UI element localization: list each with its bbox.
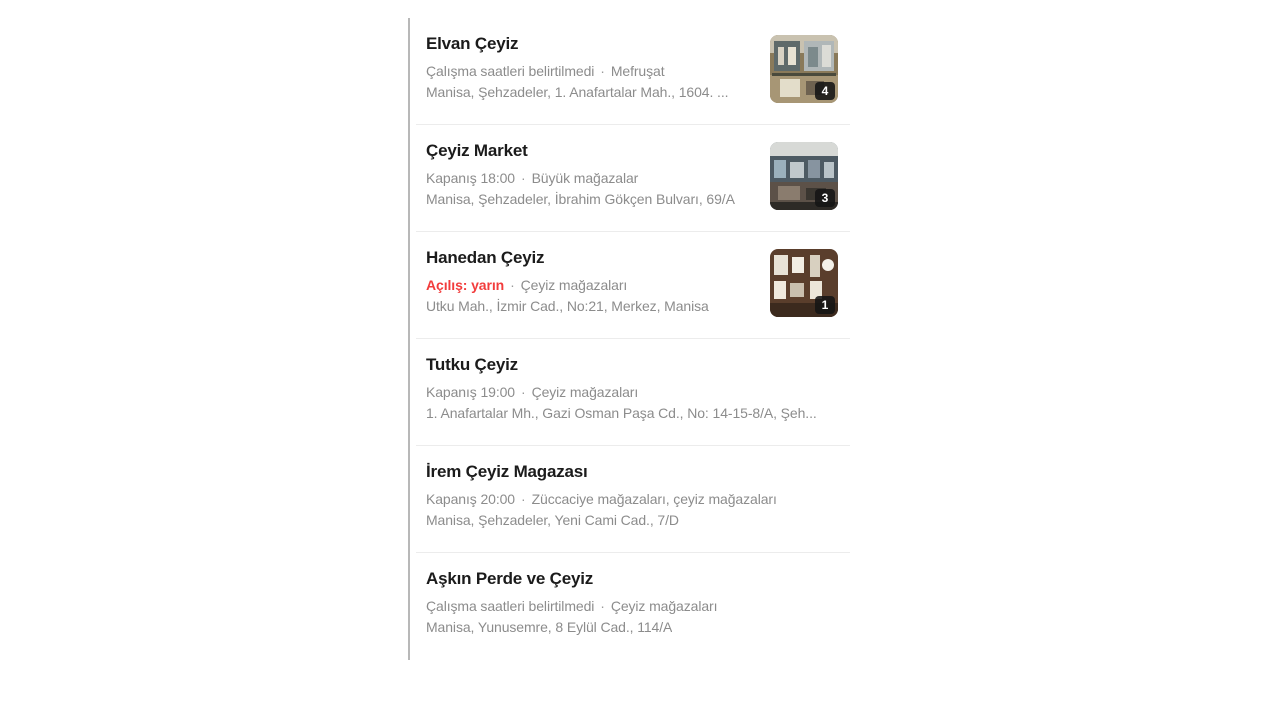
- photo-count-badge: 3: [815, 189, 835, 207]
- result-title[interactable]: Tutku Çeyiz: [426, 355, 518, 375]
- result-hours: Kapanış 18:00: [426, 170, 515, 186]
- result-category: Çeyiz mağazaları: [610, 598, 718, 614]
- result-address: Manisa, Şehzadeler, 1. Anafartalar Mah.,…: [426, 84, 729, 100]
- photo-count-badge: 1: [815, 296, 835, 314]
- separator: ·: [600, 598, 605, 614]
- result-title[interactable]: İrem Çeyiz Magazası: [426, 462, 588, 482]
- result-item-askin-perde-ceyiz[interactable]: Aşkın Perde ve Çeyiz Çalışma saatleri be…: [416, 553, 850, 660]
- result-item-irem-ceyiz[interactable]: İrem Çeyiz Magazası Kapanış 20:00 · Züccac…: [416, 446, 850, 553]
- result-category: Büyük mağazalar: [531, 170, 639, 186]
- result-address: Manisa, Şehzadeler, İbrahim Gökçen Bulva…: [426, 191, 735, 207]
- result-category: Çeyiz mağazaları: [531, 384, 639, 400]
- result-category: Züccaciye mağazaları, çeyiz mağazaları: [531, 491, 777, 507]
- separator: ·: [521, 384, 526, 400]
- result-address: Manisa, Şehzadeler, Yeni Cami Cad., 7/D: [426, 512, 679, 528]
- result-hours: Çalışma saatleri belirtilmedi: [426, 63, 595, 79]
- result-meta: Açılış: yarın · Çeyiz mağazaları: [426, 277, 627, 293]
- result-hours: Kapanış 19:00: [426, 384, 515, 400]
- result-hours: Açılış: yarın: [426, 277, 505, 293]
- separator: ·: [600, 63, 605, 79]
- result-meta: Kapanış 19:00 · Çeyiz mağazaları: [426, 384, 638, 400]
- result-photo[interactable]: 3: [770, 142, 838, 210]
- result-hours: Kapanış 20:00: [426, 491, 515, 507]
- result-photo[interactable]: 1: [770, 249, 838, 317]
- result-meta: Çalışma saatleri belirtilmedi · Mefruşat: [426, 63, 665, 79]
- result-meta: Kapanış 20:00 · Züccaciye mağazaları, çeyi…: [426, 491, 777, 507]
- result-item-elvan-ceyiz[interactable]: Elvan Çeyiz Çalışma saatleri belirtilmed…: [416, 18, 850, 125]
- result-title[interactable]: Elvan Çeyiz: [426, 34, 518, 54]
- result-meta: Kapanış 18:00 · Büyük mağazalar: [426, 170, 638, 186]
- search-results-list: Elvan Çeyiz Çalışma saatleri belirtilmed…: [408, 18, 850, 660]
- result-address: 1. Anafartalar Mh., Gazi Osman Paşa Cd.,…: [426, 405, 817, 421]
- separator: ·: [521, 170, 526, 186]
- result-category: Mefruşat: [610, 63, 665, 79]
- result-hours: Çalışma saatleri belirtilmedi: [426, 598, 595, 614]
- result-item-ceyiz-market[interactable]: Çeyiz Market Kapanış 18:00 · Büyük mağazal…: [416, 125, 850, 232]
- result-title[interactable]: Çeyiz Market: [426, 141, 528, 161]
- result-address: Utku Mah., İzmir Cad., No:21, Merkez, Ma…: [426, 298, 709, 314]
- result-category: Çeyiz mağazaları: [520, 277, 628, 293]
- result-item-tutku-ceyiz[interactable]: Tutku Çeyiz Kapanış 19:00 · Çeyiz mağazala…: [416, 339, 850, 446]
- result-title[interactable]: Hanedan Çeyiz: [426, 248, 545, 268]
- separator: ·: [521, 491, 526, 507]
- result-meta: Çalışma saatleri belirtilmedi · Çeyiz mağa…: [426, 598, 717, 614]
- result-photo[interactable]: 4: [770, 35, 838, 103]
- result-item-hanedan-ceyiz[interactable]: Hanedan Çeyiz Açılış: yarın · Çeyiz mağaza…: [416, 232, 850, 339]
- separator: ·: [510, 277, 515, 293]
- photo-count-badge: 4: [815, 82, 835, 100]
- result-address: Manisa, Yunusemre, 8 Eylül Cad., 114/A: [426, 619, 673, 635]
- result-title[interactable]: Aşkın Perde ve Çeyiz: [426, 569, 593, 589]
